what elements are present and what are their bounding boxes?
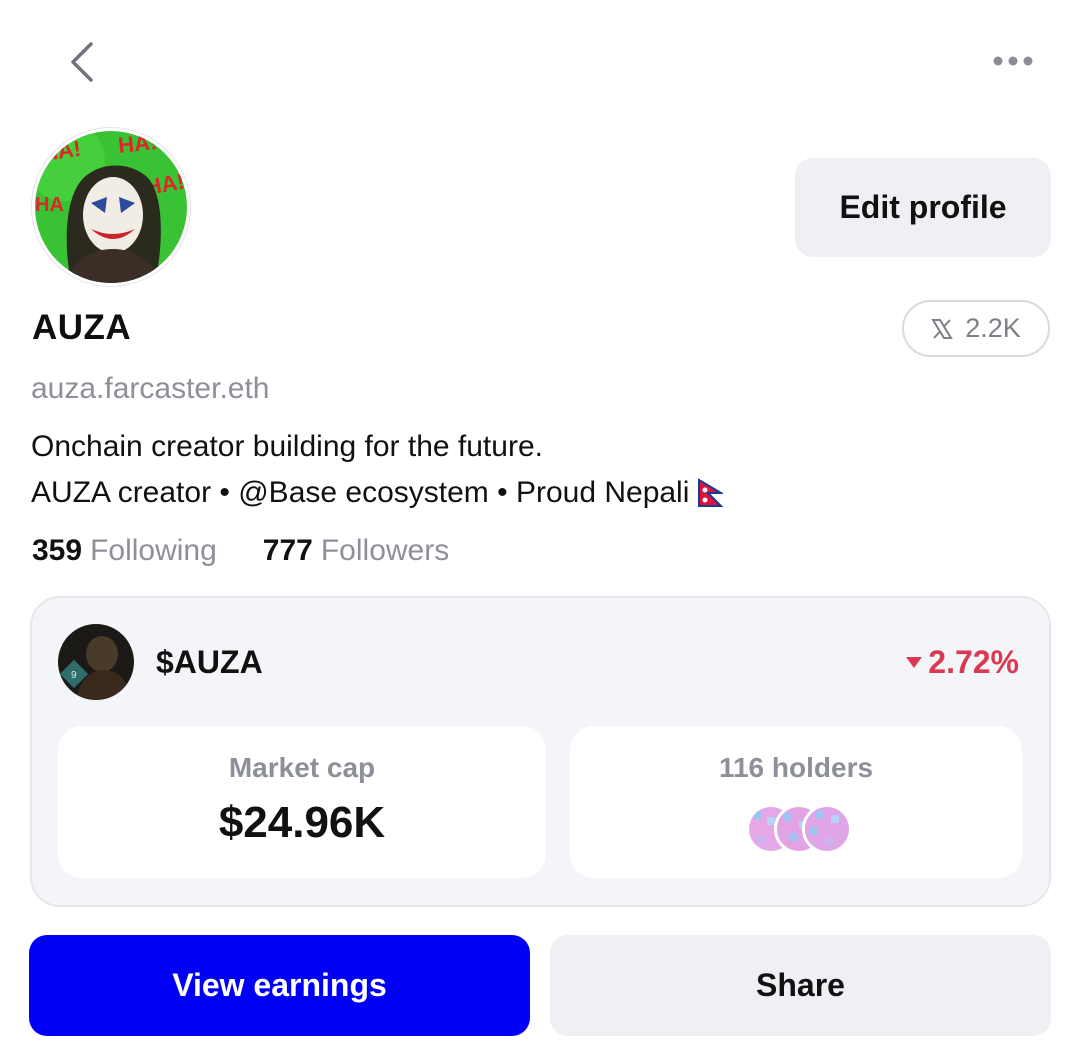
more-options-button[interactable]	[984, 40, 1042, 82]
profile-avatar[interactable]: HA! HA! HA! HA	[32, 128, 190, 286]
profile-page: HA! HA! HA! HA Edit profile AUZA 2.2K au…	[0, 0, 1079, 1060]
view-earnings-button[interactable]: View earnings	[29, 935, 530, 1036]
holder-avatar-stack	[746, 804, 856, 854]
back-button[interactable]	[56, 36, 108, 88]
more-horizontal-icon	[993, 56, 1033, 66]
market-cap-box: Market cap $24.96K	[58, 726, 546, 878]
svg-text:9: 9	[71, 670, 77, 681]
svg-text:HA: HA	[35, 194, 64, 216]
followers-stat[interactable]: 777 Followers	[263, 534, 449, 568]
joker-avatar-image: HA! HA! HA! HA	[35, 131, 187, 283]
market-cap-label: Market cap	[228, 752, 376, 783]
username-handle: auza.farcaster.eth	[31, 372, 270, 405]
following-label: Following	[90, 534, 217, 567]
holders-box[interactable]: 116 holders	[570, 726, 1022, 878]
token-avatar-image: 9	[58, 624, 134, 700]
profile-bio: Onchain creator building for the future.…	[31, 424, 724, 516]
edit-profile-button[interactable]: Edit profile	[795, 158, 1051, 257]
followers-label: Followers	[320, 534, 450, 567]
bio-line-2: AUZA creator • @Base ecosystem • Proud N…	[31, 476, 690, 509]
follow-stats: 359 Following 777 Followers	[32, 534, 449, 568]
creator-token-card[interactable]: 9 $AUZA 2.72% Market cap $24.96K 116 hol…	[30, 596, 1051, 907]
display-name: AUZA	[32, 308, 132, 347]
x-logo-icon	[931, 318, 954, 339]
x-account-badge[interactable]: 2.2K	[902, 300, 1050, 357]
holder-avatar	[802, 804, 852, 854]
chevron-left-icon	[71, 42, 93, 82]
following-stat[interactable]: 359 Following	[32, 534, 217, 568]
following-count: 359	[32, 534, 83, 567]
token-ticker: $AUZA	[156, 644, 263, 680]
bio-line-1: Onchain creator building for the future.	[31, 430, 543, 463]
token-avatar: 9	[58, 624, 134, 700]
followers-count: 777	[262, 534, 313, 567]
svg-text:HA!: HA!	[117, 131, 159, 158]
nepal-flag-icon	[698, 478, 724, 507]
x-follower-count: 2.2K	[965, 313, 1021, 343]
holders-label: 116 holders	[718, 752, 874, 783]
token-change-value: 2.72%	[928, 644, 1019, 680]
bio-line-2-wrap: AUZA creator • @Base ecosystem • Proud N…	[31, 470, 724, 516]
triangle-down-icon	[906, 656, 923, 668]
market-cap-value: $24.96K	[218, 798, 386, 847]
token-price-change: 2.72%	[906, 644, 1019, 681]
share-button[interactable]: Share	[550, 935, 1051, 1036]
